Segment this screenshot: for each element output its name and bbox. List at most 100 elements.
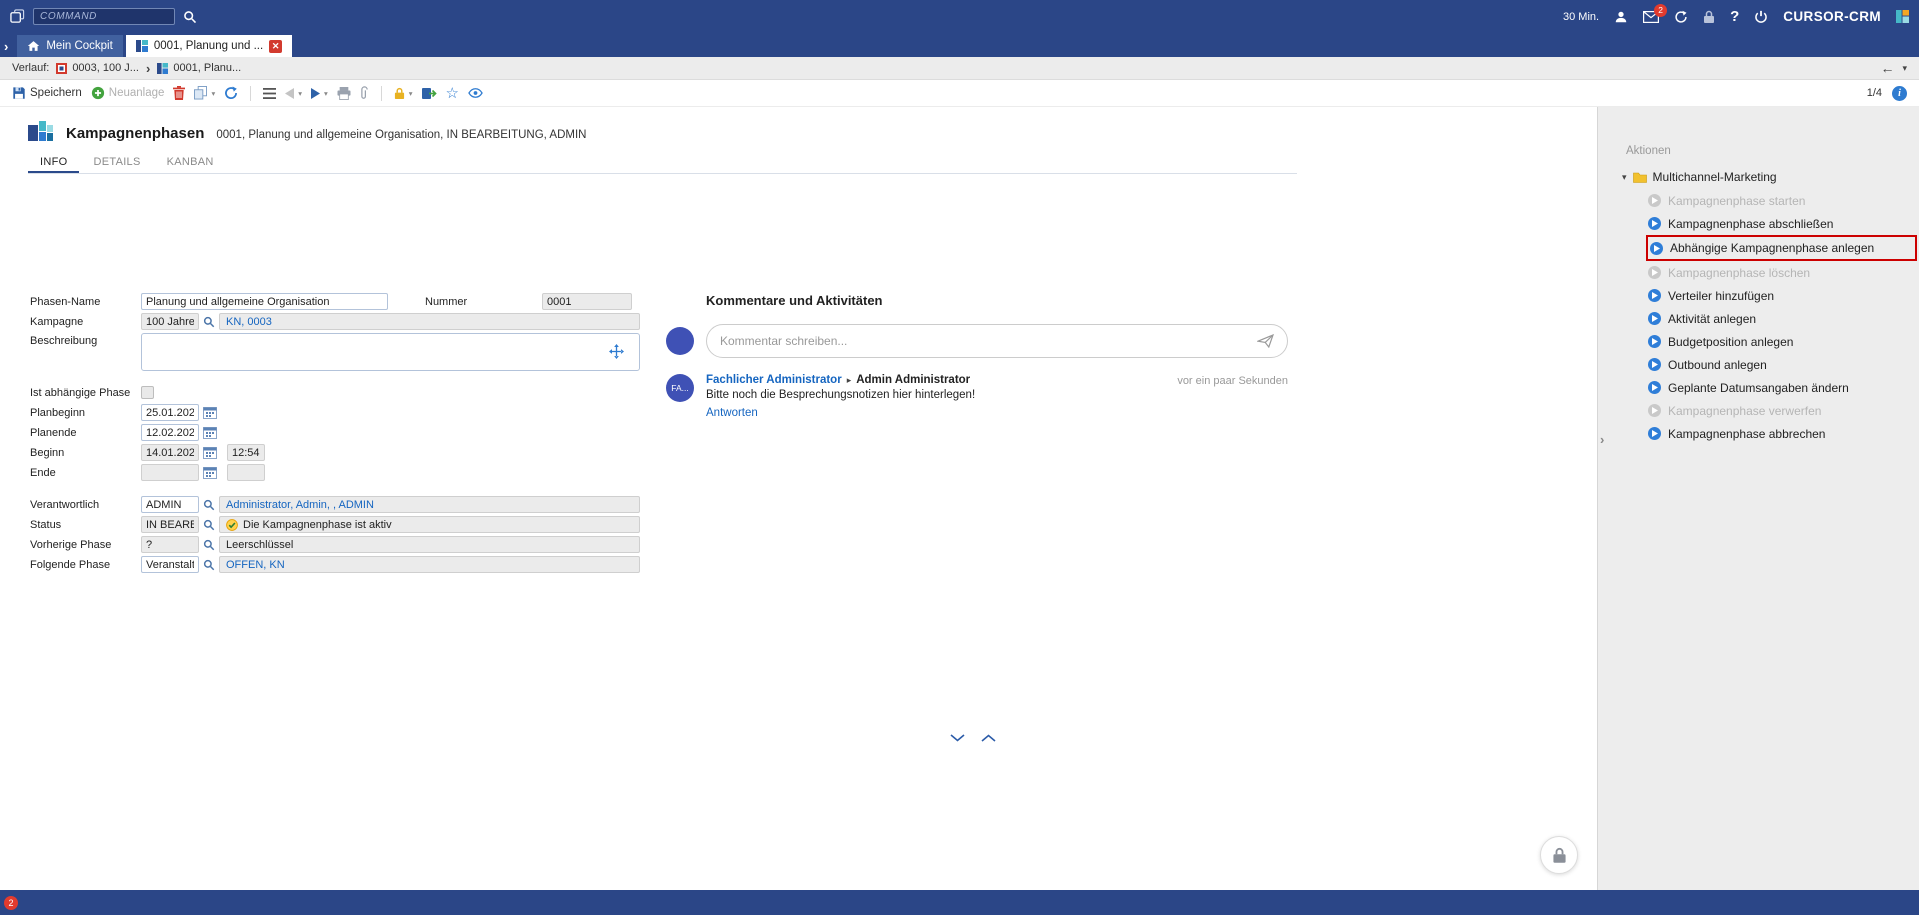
comment-input[interactable]	[720, 334, 1257, 348]
actions-list: Kampagnenphase starten Kampagnenphase ab…	[1598, 189, 1919, 445]
action-kampagnenphase-abschliessen[interactable]: Kampagnenphase abschließen	[1648, 212, 1919, 235]
lookup-search-icon[interactable]	[203, 499, 215, 511]
calendar-icon[interactable]	[203, 406, 217, 419]
sync-icon[interactable]	[1674, 10, 1688, 24]
preview-button[interactable]	[468, 88, 483, 98]
action-kampagnenphase-abbrechen[interactable]: Kampagnenphase abbrechen	[1648, 422, 1919, 445]
phasen-name-input[interactable]	[141, 293, 388, 310]
user-icon[interactable]	[1614, 10, 1628, 24]
action-abhaengige-kampagnenphase-anlegen[interactable]: Abhängige Kampagnenphase anlegen	[1650, 237, 1915, 259]
folgende-phase-link[interactable]: OFFEN, KN	[226, 559, 285, 571]
chevron-down-icon[interactable]: ▾	[298, 89, 302, 98]
verantwortlich-key-input[interactable]	[141, 496, 199, 513]
printer-icon	[337, 87, 351, 100]
print-button[interactable]	[337, 87, 351, 100]
workflow-button[interactable]	[422, 87, 437, 100]
page-header: Kampagnenphasen 0001, Planung und allgem…	[0, 107, 1597, 149]
next-record-button[interactable]: ▾	[311, 88, 328, 99]
status-description-field: Die Kampagnenphase ist aktiv	[219, 516, 640, 533]
tab-kanban[interactable]: KANBAN	[155, 152, 226, 173]
sidebar-collapse-icon[interactable]: ›	[1600, 432, 1604, 447]
action-geplante-datumsangaben-aendern[interactable]: Geplante Datumsangaben ändern	[1648, 376, 1919, 399]
reply-link[interactable]: Antworten	[706, 407, 758, 419]
move-resize-icon[interactable]	[609, 344, 624, 362]
info-icon[interactable]: i	[1892, 86, 1907, 101]
paperclip-icon	[360, 86, 369, 100]
verantwortlich-link[interactable]: Administrator, Admin, , ADMIN	[226, 499, 374, 511]
lookup-search-icon[interactable]	[203, 559, 215, 571]
chevron-down-icon[interactable]: ▾	[211, 89, 215, 98]
tab-details[interactable]: DETAILS	[81, 152, 152, 173]
history-dropdown-icon[interactable]: ▾	[1902, 63, 1907, 74]
field-label: Kampagne	[30, 316, 141, 328]
help-icon[interactable]: ?	[1730, 8, 1739, 25]
form-row-verantwortlich: Verantwortlich Administrator, Admin, , A…	[30, 496, 640, 513]
tab-info[interactable]: INFO	[28, 152, 79, 173]
attachment-button[interactable]	[360, 86, 369, 100]
calendar-icon[interactable]	[203, 466, 217, 479]
field-label: Ist abhängige Phase	[30, 387, 141, 399]
logout-icon[interactable]	[1754, 10, 1768, 24]
actions-group-row[interactable]: ▾ Multichannel-Marketing	[1622, 170, 1919, 184]
history-controls: ← ▾	[1880, 60, 1907, 76]
lookup-search-icon[interactable]	[203, 539, 215, 551]
kampagne-link[interactable]: KN, 0003	[226, 316, 272, 328]
comment-author[interactable]: Fachlicher Administrator	[706, 374, 842, 386]
history-item-label: 0003, 100 J...	[72, 62, 139, 74]
tab-record[interactable]: 0001, Planung und ... ✕	[126, 35, 292, 57]
tab-mein-cockpit[interactable]: Mein Cockpit	[17, 35, 122, 57]
chevron-down-icon[interactable]	[950, 734, 965, 742]
lock-record-button[interactable]: ▾	[394, 87, 413, 100]
chevron-up-icon[interactable]	[981, 734, 996, 742]
action-label: Outbound anlegen	[1668, 358, 1767, 372]
command-input[interactable]	[33, 8, 175, 25]
chevron-down-icon[interactable]: ▾	[324, 89, 328, 98]
action-label: Abhängige Kampagnenphase anlegen	[1670, 241, 1874, 255]
arrow-right-icon	[311, 88, 320, 99]
calendar-icon[interactable]	[203, 426, 217, 439]
action-budgetposition-anlegen[interactable]: Budgetposition anlegen	[1648, 330, 1919, 353]
folgende-phase-key-input[interactable]	[141, 556, 199, 573]
form-row-status: Status Die Kampagnenphase ist aktiv	[30, 516, 640, 533]
panel-expand-left-icon[interactable]: ›	[4, 40, 8, 53]
collapse-caret-icon[interactable]: ▾	[1622, 172, 1627, 183]
field-label: Planbeginn	[30, 407, 141, 419]
folder-icon	[1633, 172, 1647, 183]
lookup-search-icon[interactable]	[203, 316, 215, 328]
planende-input[interactable]	[141, 424, 199, 441]
search-icon[interactable]	[183, 10, 197, 24]
menu-button[interactable]	[263, 88, 276, 99]
lock-session-icon[interactable]	[1703, 10, 1715, 24]
play-icon	[1648, 404, 1661, 417]
new-record-label: Neuanlage	[109, 87, 165, 99]
lookup-search-icon[interactable]	[203, 519, 215, 531]
history-item-2[interactable]: 0001, Planu...	[157, 62, 241, 74]
planbeginn-input[interactable]	[141, 404, 199, 421]
history-item-1[interactable]: 0003, 100 J...	[56, 62, 139, 74]
chevron-down-icon[interactable]: ▾	[409, 89, 413, 98]
play-icon	[1650, 242, 1663, 255]
save-button[interactable]: Speichern	[12, 86, 82, 100]
brand-logo-text: CURSOR-CRM	[1783, 9, 1881, 24]
topbar-right: 30 Min. 2 ? CURSOR-CRM	[1563, 8, 1909, 25]
copy-button[interactable]: ▾	[194, 86, 215, 100]
action-verteiler-hinzufuegen[interactable]: Verteiler hinzufügen	[1648, 284, 1919, 307]
action-outbound-anlegen[interactable]: Outbound anlegen	[1648, 353, 1919, 376]
calendar-icon[interactable]	[203, 446, 217, 459]
apps-icon[interactable]	[10, 9, 25, 24]
notification-badge[interactable]: 2	[4, 896, 18, 910]
delete-button[interactable]	[173, 86, 185, 100]
campaign-phase-icon	[136, 40, 148, 52]
refresh-button[interactable]	[224, 86, 238, 100]
send-icon[interactable]	[1257, 334, 1274, 348]
mail-icon[interactable]: 2	[1643, 11, 1659, 23]
favorite-icon[interactable]: ☆	[446, 86, 459, 101]
play-icon	[1648, 427, 1661, 440]
lock-floating-button[interactable]	[1540, 836, 1578, 874]
form-row-folgende-phase: Folgende Phase OFFEN, KN	[30, 556, 640, 573]
close-tab-icon[interactable]: ✕	[269, 40, 282, 53]
record-pager: 1/4	[1867, 87, 1882, 99]
action-aktivitaet-anlegen[interactable]: Aktivität anlegen	[1648, 307, 1919, 330]
history-back-icon[interactable]: ←	[1880, 60, 1894, 76]
beschreibung-textarea[interactable]	[141, 333, 640, 371]
